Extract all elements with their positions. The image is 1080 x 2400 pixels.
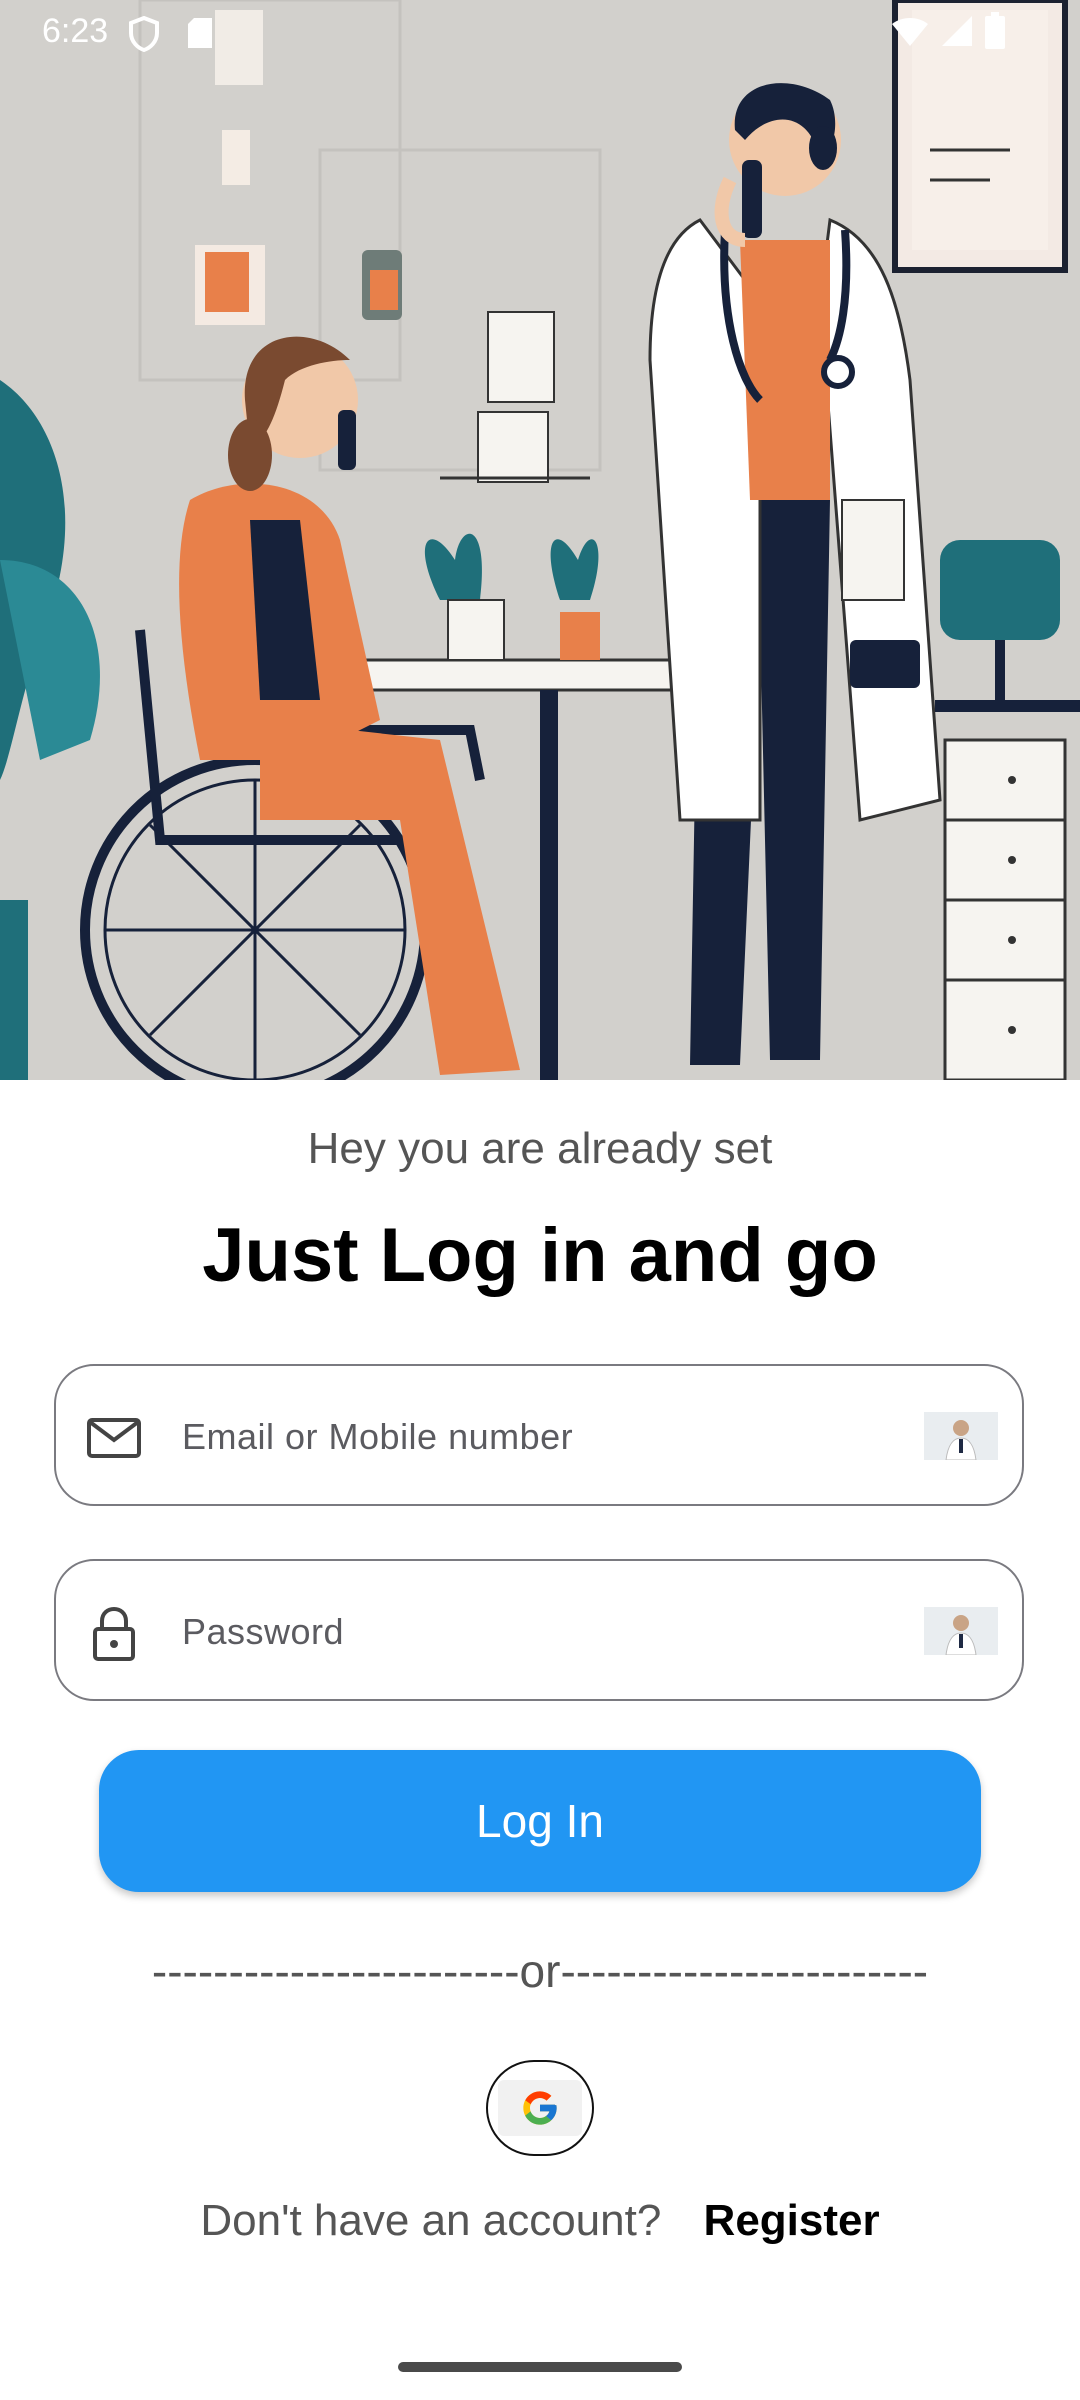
status-time: 6:23 (42, 12, 109, 50)
google-signin-button[interactable] (486, 2060, 594, 2156)
google-icon (523, 2091, 557, 2125)
google-icon-background (498, 2080, 582, 2136)
sd-card-icon (186, 16, 214, 59)
or-divider: ------------------------or--------------… (151, 1945, 929, 1997)
doctor-thumbnail (924, 1607, 998, 1655)
password-field[interactable] (54, 1559, 1024, 1701)
login-screen: 6:23 Hey you are already set Just Log in… (0, 0, 1080, 2400)
doctor-thumbnail (924, 1412, 998, 1460)
shield-icon (128, 15, 160, 61)
page-title: Just Log in and go (202, 1213, 878, 1298)
status-bar: 6:23 (0, 0, 1080, 64)
register-link[interactable]: Register (704, 2196, 880, 2245)
hero-illustration (0, 0, 1080, 1080)
subtitle-text: Hey you are already set (307, 1124, 773, 1173)
wifi-icon (890, 14, 930, 57)
mail-icon (86, 1410, 142, 1466)
home-indicator[interactable] (398, 2362, 682, 2372)
doctor-patient-illustration (0, 0, 1080, 1080)
register-row: Don't have an account? Register (0, 2196, 1080, 2246)
battery-icon (984, 12, 1006, 59)
login-button[interactable]: Log In (99, 1750, 981, 1892)
register-prompt: Don't have an account? (200, 2196, 662, 2245)
signal-icon (938, 14, 974, 57)
password-input[interactable] (180, 1591, 964, 1673)
email-input[interactable] (180, 1396, 964, 1478)
lock-icon (86, 1605, 142, 1661)
email-field[interactable] (54, 1364, 1024, 1506)
